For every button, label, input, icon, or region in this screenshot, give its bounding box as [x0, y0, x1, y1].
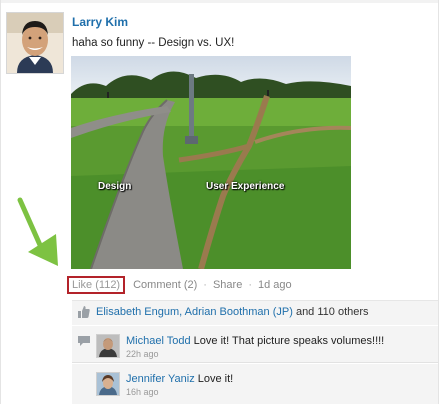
- comment-item: Jennifer Yaniz Love it! 16h ago: [72, 364, 438, 404]
- thumbs-up-icon: [78, 306, 90, 318]
- comment-item: Michael Todd Love it! That picture speak…: [72, 326, 438, 362]
- comment-timestamp: 22h ago: [126, 349, 159, 359]
- share-button[interactable]: Share: [213, 279, 242, 291]
- comment-text: Jennifer Yaniz Love it!: [126, 373, 233, 385]
- post-timestamp: 1d ago: [258, 279, 292, 291]
- separator: ·: [203, 279, 207, 291]
- author-name-link[interactable]: Larry Kim: [72, 15, 128, 29]
- likes-summary: Elisabeth Engum, Adrian Boothman (JP) an…: [72, 300, 438, 325]
- comment-button[interactable]: Comment (2): [133, 279, 197, 291]
- speech-bubble-icon: [78, 336, 90, 346]
- likes-others[interactable]: and 110 others: [293, 306, 369, 318]
- green-arrow-icon: [17, 197, 58, 266]
- post-text: haha so funny -- Design vs. UX!: [72, 37, 235, 49]
- like-button[interactable]: Like (112): [67, 276, 126, 294]
- image-label-ux: User Experience: [206, 181, 285, 192]
- image-label-design: Design: [98, 181, 132, 192]
- post-image[interactable]: Design User Experience: [71, 56, 351, 269]
- likers-link[interactable]: Elisabeth Engum, Adrian Boothman (JP): [96, 306, 293, 318]
- commenter-avatar[interactable]: [96, 334, 120, 358]
- author-avatar[interactable]: [6, 12, 64, 74]
- comment-body: Love it! That picture speaks volumes!!!!: [190, 335, 385, 347]
- post-actions: Like (112) Comment (2) · Share · 1d ago: [67, 276, 292, 294]
- likes-text: Elisabeth Engum, Adrian Boothman (JP) an…: [96, 306, 369, 318]
- separator: ·: [248, 279, 252, 291]
- commenter-avatar[interactable]: [96, 372, 120, 396]
- divider: [72, 362, 438, 363]
- commenter-name[interactable]: Michael Todd: [126, 335, 191, 347]
- comment-text: Michael Todd Love it! That picture speak…: [126, 335, 384, 347]
- top-border: [0, 0, 439, 3]
- commenter-name[interactable]: Jennifer Yaniz: [126, 373, 195, 385]
- left-border: [0, 0, 1, 404]
- comment-body: Love it!: [194, 373, 234, 385]
- comment-timestamp: 16h ago: [126, 387, 159, 397]
